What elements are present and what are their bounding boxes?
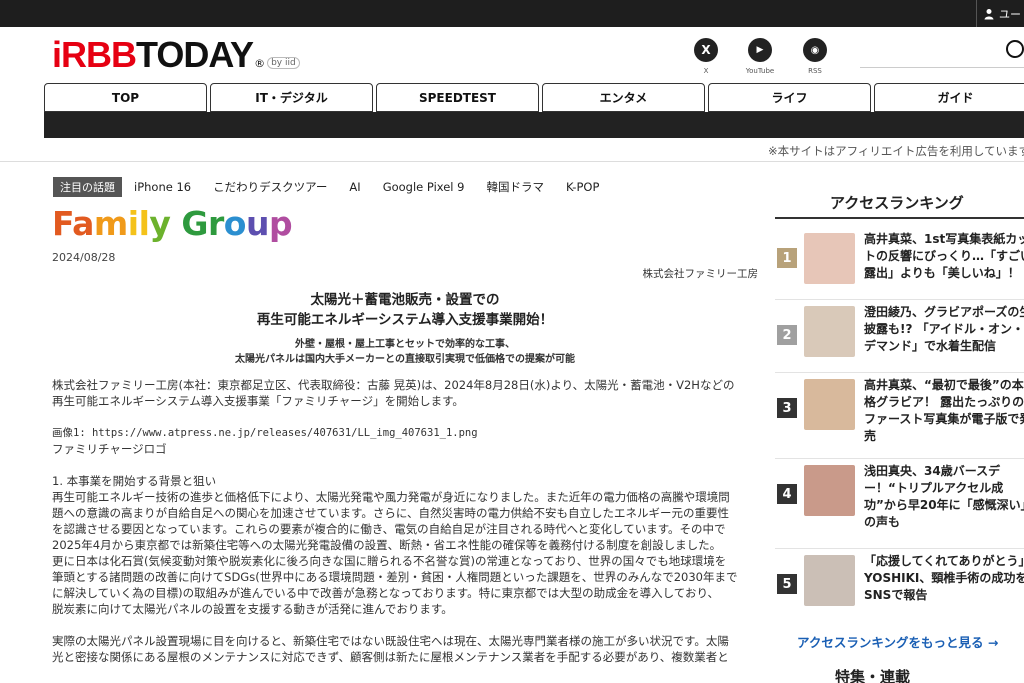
ranking-more-link[interactable]: アクセスランキングをもっと見る → bbox=[797, 632, 998, 651]
search-icon[interactable] bbox=[1006, 40, 1024, 58]
rss-link[interactable]: ◉ RSS bbox=[790, 38, 840, 75]
ranking-item[interactable]: 2 澄田綾乃、グラビアポーズの生 披露も!? 「アイドル・オン・ デマンド」で水着生… bbox=[775, 300, 1024, 373]
tab-speedtest[interactable]: SPEEDTEST bbox=[376, 83, 539, 112]
ranking-item[interactable]: 4 浅田真央、34歳バースデ ー！“トリプルアクセル成 功”から早20年に「感慨深い… bbox=[775, 459, 1024, 549]
ranking-list: 1 高井真菜、1st写真集表紙カッ トの反響にびっくり…「すごい 露出」よりも「美し… bbox=[775, 227, 1024, 622]
rank-badge: 4 bbox=[777, 484, 797, 504]
sidebar: アクセスランキング 1 高井真菜、1st写真集表紙カッ トの反響にびっくり…「すご… bbox=[775, 192, 1024, 683]
section-title: 1. 本事業を開始する背景と狙い bbox=[52, 474, 217, 488]
main-nav: TOP IT・デジタル SPEEDTEST エンタメ ライフ ガイド bbox=[44, 83, 1024, 112]
x-link[interactable]: X X bbox=[681, 38, 731, 75]
topic-link[interactable]: 韓国ドラマ bbox=[486, 179, 544, 195]
ranking-item[interactable]: 5 「応援してくれてありがとう」 YOSHIKI、頸椎手術の成功を SNSで報告 bbox=[775, 549, 1024, 622]
youtube-label: YouTube bbox=[745, 67, 775, 75]
tab-guide[interactable]: ガイド bbox=[874, 83, 1024, 112]
tab-it-digital[interactable]: IT・デジタル bbox=[210, 83, 373, 112]
topic-link[interactable]: K-POP bbox=[566, 180, 599, 194]
ranking-item[interactable]: 1 高井真菜、1st写真集表紙カッ トの反響にびっくり…「すごい 露出」よりも「美し… bbox=[775, 227, 1024, 300]
ranking-thumbnail bbox=[804, 465, 855, 516]
article-body: 株式会社ファミリー工房(本社：東京都足立区、代表取締役：古藤 晃英)は、2024… bbox=[52, 377, 758, 665]
ranking-text: 浅田真央、34歳バースデ ー！“トリプルアクセル成 功”から早20年に「感慨深い」の… bbox=[864, 464, 1024, 529]
rank-badge: 2 bbox=[777, 325, 797, 345]
top-bar: ユー bbox=[0, 0, 1024, 27]
article-subheadline: 外壁・屋根・屋上工事とセットで効率的な工事、 太陽光パネルは国内大手メーカーとの… bbox=[235, 339, 575, 365]
x-icon: X bbox=[694, 38, 718, 62]
ranking-title: アクセスランキング bbox=[775, 192, 1024, 219]
rss-icon: ◉ bbox=[803, 38, 827, 62]
youtube-link[interactable]: ▶ YouTube bbox=[735, 38, 785, 75]
topic-link[interactable]: AI bbox=[349, 180, 360, 194]
ranking-thumbnail bbox=[804, 555, 855, 606]
trending-topics: 注目の話題 iPhone 16 こだわりデスクツアー AI Google Pix… bbox=[53, 177, 621, 197]
tab-entame[interactable]: エンタメ bbox=[542, 83, 705, 112]
sub-nav-bar bbox=[44, 112, 1024, 138]
rank-badge: 3 bbox=[777, 398, 797, 418]
article-headline: 太陽光＋蓄電池販売・設置での 再生可能エネルギーシステム導入支援事業開始！ bbox=[256, 292, 554, 328]
tab-top[interactable]: TOP bbox=[44, 83, 207, 112]
affiliate-disclaimer: ※本サイトはアフィリエイト広告を利用しています bbox=[768, 144, 1024, 158]
feature-title: 特集・連載 bbox=[835, 668, 911, 683]
user-menu[interactable]: ユー bbox=[976, 0, 1024, 27]
article-date: 2024/08/28 bbox=[52, 251, 116, 264]
ranking-thumbnail bbox=[804, 233, 855, 284]
tab-life[interactable]: ライフ bbox=[708, 83, 871, 112]
x-label: X bbox=[703, 67, 709, 75]
ranking-text: 「応援してくれてありがとう」 YOSHIKI、頸椎手術の成功を SNSで報告 bbox=[864, 554, 1024, 602]
site-logo[interactable]: iRBBTODAY ® by iid bbox=[52, 34, 300, 75]
rss-label: RSS bbox=[808, 67, 822, 75]
ranking-item[interactable]: 3 高井真菜、“最初で最後”の本 格グラビア！ 露出たっぷりの ファースト写真集が電… bbox=[775, 373, 1024, 459]
ranking-text: 高井真菜、“最初で最後”の本 格グラビア！ 露出たっぷりの ファースト写真集が電子版… bbox=[864, 378, 1024, 443]
article: Family Group 2024/08/28 株式会社ファミリー工房 太陽光＋… bbox=[52, 204, 758, 664]
ranking-thumbnail bbox=[804, 306, 855, 357]
trending-badge: 注目の話題 bbox=[53, 177, 122, 197]
search-underline bbox=[860, 67, 1024, 68]
family-group-logo: Family Group bbox=[52, 204, 293, 243]
ranking-text: 澄田綾乃、グラビアポーズの生 披露も!? 「アイドル・オン・ デマンド」で水着生配信 bbox=[864, 305, 1024, 353]
article-company: 株式会社ファミリー工房 bbox=[642, 268, 759, 280]
topic-link[interactable]: こだわりデスクツアー bbox=[213, 179, 327, 195]
rank-badge: 5 bbox=[777, 574, 797, 594]
divider bbox=[0, 161, 1024, 162]
ranking-text: 高井真菜、1st写真集表紙カッ トの反響にびっくり…「すごい 露出」よりも「美しいね… bbox=[864, 232, 1024, 280]
topic-link[interactable]: Google Pixel 9 bbox=[383, 180, 465, 194]
topic-link[interactable]: iPhone 16 bbox=[134, 180, 191, 194]
user-icon bbox=[984, 8, 994, 19]
iid-badge: by iid bbox=[267, 57, 300, 69]
ranking-thumbnail bbox=[804, 379, 855, 430]
user-label: ユー bbox=[999, 7, 1021, 21]
youtube-icon: ▶ bbox=[748, 38, 772, 62]
image-link[interactable]: 画像1: https://www.atpress.ne.jp/releases/… bbox=[52, 425, 758, 441]
logo-wordmark: iRBBTODAY bbox=[52, 34, 254, 75]
rank-badge: 1 bbox=[777, 248, 797, 268]
